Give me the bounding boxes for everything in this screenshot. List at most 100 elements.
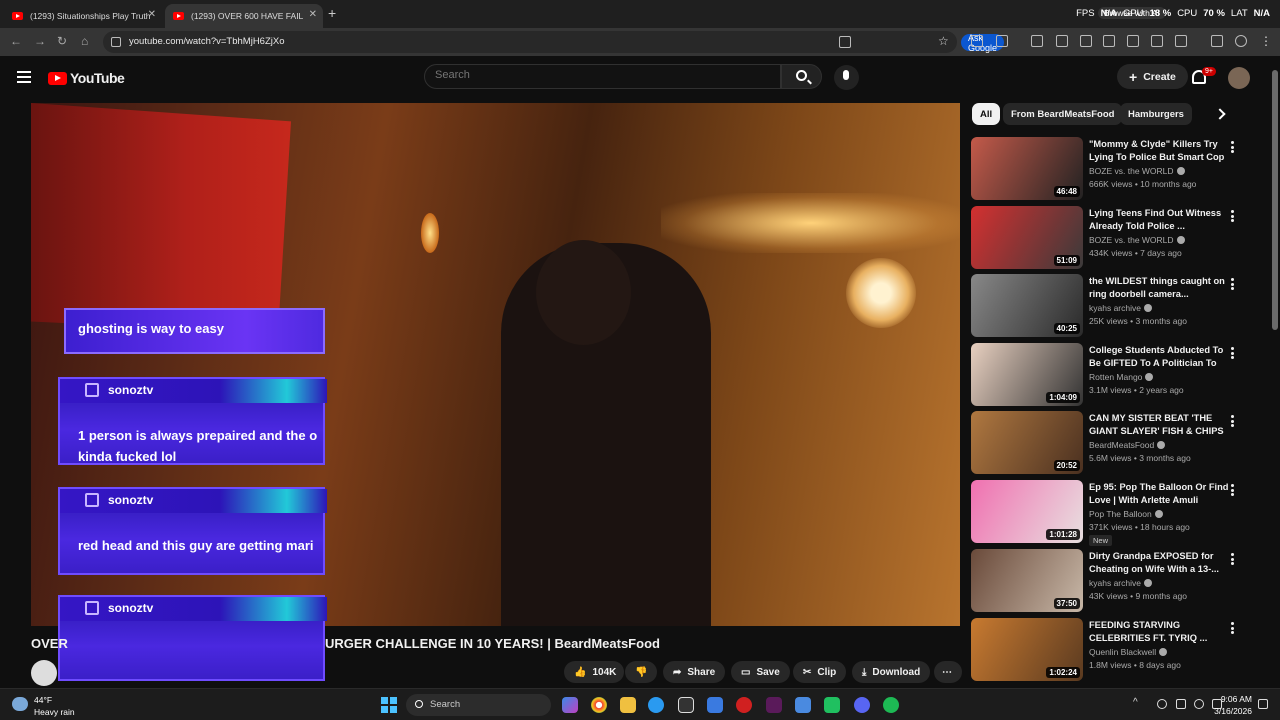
search-box[interactable]: [424, 64, 781, 89]
chrome-icon[interactable]: [591, 697, 607, 713]
home-icon[interactable]: ⌂: [81, 34, 88, 48]
notification-center-icon[interactable]: [1258, 699, 1268, 709]
devtools-icon[interactable]: [1127, 35, 1139, 47]
video-thumbnail[interactable]: 46:48: [971, 137, 1083, 200]
more-vertical-icon[interactable]: [1231, 415, 1234, 427]
sidepanel-icon[interactable]: [1175, 35, 1187, 47]
more-vertical-icon[interactable]: [1231, 347, 1234, 359]
video-title[interactable]: College Students Abducted To Be GIFTED T…: [1089, 344, 1229, 370]
more-vertical-icon[interactable]: [1231, 484, 1234, 496]
chip-hamburgers[interactable]: Hamburgers: [1120, 103, 1192, 125]
reload-icon[interactable]: ↻: [57, 34, 67, 48]
taskbar-search[interactable]: Search: [406, 694, 551, 716]
recommended-video[interactable]: 1:04:09 College Students Abducted To Be G…: [971, 343, 1269, 406]
channel-avatar[interactable]: [31, 660, 57, 686]
channel-name[interactable]: kyahs archive: [1089, 578, 1152, 588]
account-avatar[interactable]: [1228, 67, 1250, 89]
close-tab-icon[interactable]: ✕: [309, 9, 317, 20]
terminal-app-icon[interactable]: [766, 697, 782, 713]
video-thumbnail[interactable]: 1:01:28: [971, 480, 1083, 543]
file-explorer-icon[interactable]: [620, 697, 636, 713]
more-vertical-icon[interactable]: [1231, 553, 1234, 565]
more-vertical-icon[interactable]: [1231, 210, 1234, 222]
video-title[interactable]: FEEDING STARVING CELEBRITIES FT. TYRIQ .…: [1089, 619, 1229, 645]
scrollbar-thumb[interactable]: [1272, 70, 1278, 330]
search-button[interactable]: [781, 64, 822, 89]
shield-app-icon[interactable]: [678, 697, 694, 713]
video-thumbnail[interactable]: 51:09: [971, 206, 1083, 269]
edge-icon[interactable]: [648, 697, 664, 713]
recommended-video[interactable]: 1:01:28 Ep 95: Pop The Balloon Or Find Lo…: [971, 480, 1269, 546]
video-thumbnail[interactable]: 37:50: [971, 549, 1083, 612]
video-thumbnail[interactable]: 20:52: [971, 411, 1083, 474]
search-input[interactable]: [435, 69, 765, 81]
video-thumbnail[interactable]: 1:04:09: [971, 343, 1083, 406]
video-title[interactable]: the WILDEST things caught on ring doorbe…: [1089, 275, 1229, 301]
channel-name[interactable]: Rotten Mango: [1089, 372, 1154, 382]
menu-icon[interactable]: [17, 71, 31, 86]
recommended-video[interactable]: 20:52 CAN MY SISTER BEAT 'THE GIANT SLAYE…: [971, 411, 1269, 474]
spotify-icon[interactable]: [883, 697, 899, 713]
discord-icon[interactable]: [854, 697, 870, 713]
chevron-right-icon[interactable]: [1214, 108, 1226, 120]
url-text[interactable]: youtube.com/watch?v=TbhMjH6ZjXo: [129, 36, 285, 47]
forward-icon[interactable]: →: [34, 34, 46, 48]
download-button[interactable]: ⤓ Download: [852, 661, 931, 683]
video-title[interactable]: Dirty Grandpa EXPOSED for Cheating on Wi…: [1089, 550, 1229, 576]
photos-icon[interactable]: [795, 697, 811, 713]
channel-name[interactable]: BOZE vs. the WORLD: [1089, 235, 1185, 245]
close-tab-icon[interactable]: ✕: [148, 9, 156, 20]
back-icon[interactable]: ←: [10, 34, 22, 48]
browser-tab-1[interactable]: (1293) Situationships Play Truth ✕: [4, 4, 162, 28]
recommended-video[interactable]: 51:09 Lying Teens Find Out Witness Alread…: [971, 206, 1269, 269]
chip-all[interactable]: All: [972, 103, 1001, 125]
microphone-tray-icon[interactable]: [1157, 699, 1167, 709]
new-tab-icon[interactable]: +: [328, 5, 336, 21]
more-menu-icon[interactable]: ⋮: [1260, 34, 1272, 48]
video-title[interactable]: Ep 95: Pop The Balloon Or Find Love | Wi…: [1089, 481, 1229, 507]
video-thumbnail[interactable]: 1:02:24: [971, 618, 1083, 681]
create-button[interactable]: + Create: [1117, 64, 1188, 89]
share-button[interactable]: ➦ Share: [663, 661, 726, 683]
volume-icon[interactable]: [1194, 699, 1204, 709]
chip-from-channel[interactable]: From BeardMeatsFood: [1003, 103, 1123, 125]
site-info-icon[interactable]: [111, 37, 121, 47]
delete-icon[interactable]: [1080, 35, 1092, 47]
video-title[interactable]: CAN MY SISTER BEAT 'THE GIANT SLAYER' FI…: [1089, 412, 1229, 438]
tab-search-icon[interactable]: [1031, 35, 1043, 47]
dislike-button[interactable]: 👎: [625, 661, 657, 683]
extensions-puzzle-icon[interactable]: [996, 35, 1008, 47]
recommended-video[interactable]: 46:48 "Mommy & Clyde" Killers Try Lying T…: [971, 137, 1269, 200]
screenshot-icon[interactable]: [1151, 35, 1163, 47]
clip-button[interactable]: ✂ Clip: [793, 661, 847, 683]
channel-name[interactable]: BOZE vs. the WORLD: [1089, 166, 1185, 176]
profile-icon[interactable]: [1235, 35, 1247, 47]
reading-list-icon[interactable]: [1056, 35, 1068, 47]
more-vertical-icon[interactable]: [1231, 141, 1234, 153]
bookmark-star-icon[interactable]: ☆: [938, 34, 949, 48]
more-vertical-icon[interactable]: [1231, 622, 1234, 634]
windows-start-icon[interactable]: [381, 697, 397, 713]
video-title[interactable]: "Mommy & Clyde" Killers Try Lying To Pol…: [1089, 138, 1229, 164]
video-title[interactable]: Lying Teens Find Out Witness Already Tol…: [1089, 207, 1229, 233]
browser-tab-2[interactable]: (1293) OVER 600 HAVE FAIL ✕: [165, 4, 323, 28]
install-app-icon[interactable]: [839, 36, 851, 48]
extension-icon[interactable]: [971, 35, 983, 47]
media-icon[interactable]: [1211, 35, 1223, 47]
recommended-video[interactable]: 40:25 the WILDEST things caught on ring d…: [971, 274, 1269, 337]
page-scrollbar[interactable]: [1270, 56, 1280, 688]
channel-name[interactable]: Quenlin Blackwell: [1089, 647, 1168, 657]
video-thumbnail[interactable]: 40:25: [971, 274, 1083, 337]
recommended-video[interactable]: 1:02:24 FEEDING STARVING CELEBRITIES FT. …: [971, 618, 1269, 681]
channel-name[interactable]: kyahs archive: [1089, 303, 1152, 313]
mail-icon[interactable]: [707, 697, 723, 713]
save-button[interactable]: ▭ Save: [731, 661, 790, 683]
address-bar[interactable]: youtube.com/watch?v=TbhMjH6ZjXo Ask Goog…: [103, 31, 1005, 53]
like-button[interactable]: 👍 104K: [564, 661, 624, 683]
more-actions-button[interactable]: ⋯: [934, 661, 962, 683]
voice-search-button[interactable]: [834, 65, 859, 90]
red-app-icon[interactable]: [736, 697, 752, 713]
translate-icon[interactable]: [1103, 35, 1115, 47]
recommended-video[interactable]: 37:50 Dirty Grandpa EXPOSED for Cheating …: [971, 549, 1269, 612]
system-clock[interactable]: 9:06 AM 3/16/2026: [1214, 693, 1252, 717]
